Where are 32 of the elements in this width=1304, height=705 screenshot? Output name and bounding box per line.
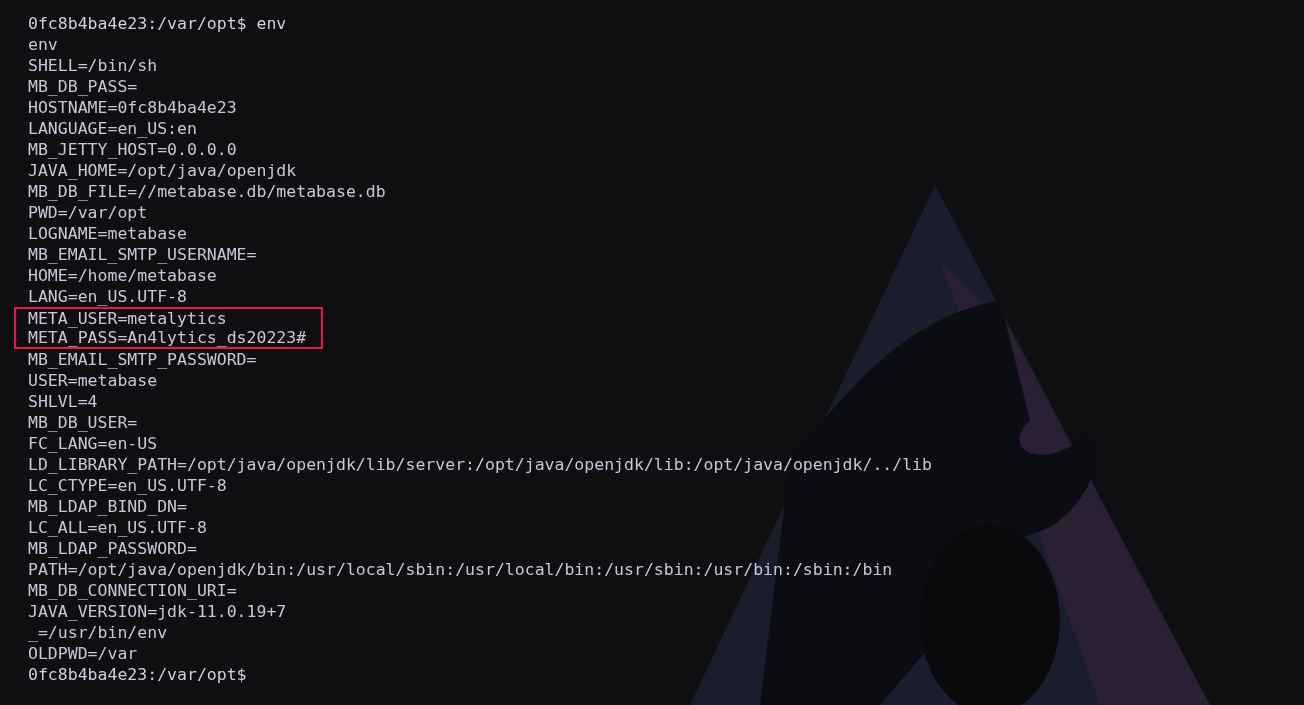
shell-prompt: 0fc8b4ba4e23:/var/opt$	[28, 664, 248, 685]
output-line: LC_CTYPE=en_US.UTF-8	[28, 475, 228, 496]
output-line: USER=metabase	[28, 370, 159, 391]
output-line: JAVA_HOME=/opt/java/openjdk	[28, 160, 298, 181]
output-line: _=/usr/bin/env	[28, 622, 169, 643]
output-line: OLDPWD=/var	[28, 643, 139, 664]
shell-prompt: 0fc8b4ba4e23:/var/opt$ env	[28, 13, 288, 34]
output-line: LC_ALL=en_US.UTF-8	[28, 517, 208, 538]
output-line: MB_LDAP_BIND_DN=	[28, 496, 188, 517]
output-line: MB_EMAIL_SMTP_PASSWORD=	[28, 349, 258, 370]
output-line: MB_DB_USER=	[28, 412, 139, 433]
output-line: PATH=/opt/java/openjdk/bin:/usr/local/sbin:/usr/local/bin:/usr/sbin:/usr/bin:/sbin:/bin	[28, 559, 894, 580]
output-line: SHELL=/bin/sh	[28, 55, 159, 76]
output-line: META_USER=metalytics	[28, 309, 228, 328]
output-line: LANGUAGE=en_US:en	[28, 118, 198, 139]
output-line: MB_JETTY_HOST=0.0.0.0	[28, 139, 238, 160]
output-line: HOME=/home/metabase	[28, 265, 218, 286]
output-line: META_PASS=An4lytics_ds20223#	[28, 328, 308, 347]
output-line: env	[28, 34, 59, 55]
output-line: PWD=/var/opt	[28, 202, 149, 223]
output-line: LD_LIBRARY_PATH=/opt/java/openjdk/lib/server:/opt/java/openjdk/lib:/opt/java/openjdk/../lib	[28, 454, 933, 475]
output-line: JAVA_VERSION=jdk-11.0.19+7	[28, 601, 288, 622]
output-line: LANG=en_US.UTF-8	[28, 286, 188, 307]
output-line: MB_DB_CONNECTION_URI=	[28, 580, 238, 601]
output-line: LOGNAME=metabase	[28, 223, 188, 244]
output-line: MB_DB_FILE=//metabase.db/metabase.db	[28, 181, 387, 202]
output-line: MB_EMAIL_SMTP_USERNAME=	[28, 244, 258, 265]
output-line: HOSTNAME=0fc8b4ba4e23	[28, 97, 238, 118]
output-line: MB_LDAP_PASSWORD=	[28, 538, 198, 559]
output-line: FC_LANG=en-US	[28, 433, 159, 454]
output-line: SHLVL=4	[28, 391, 99, 412]
output-line: MB_DB_PASS=	[28, 76, 139, 97]
